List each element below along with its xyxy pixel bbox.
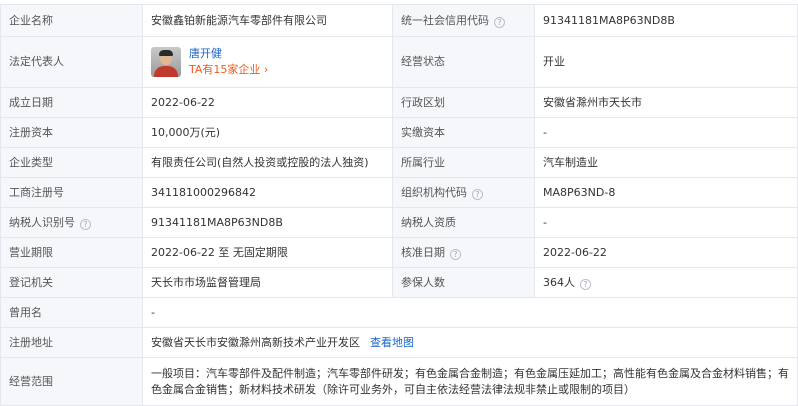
insured-value-cell: 364人?: [534, 267, 798, 298]
reg-authority-value: 天长市市场监督管理局: [142, 267, 393, 298]
region-label: 行政区划: [392, 87, 535, 118]
approval-date-value: 2022-06-22: [534, 237, 798, 268]
table-row: 成立日期 2022-06-22 行政区划 安徽省滁州市天长市: [0, 87, 798, 118]
org-code-label-cell: 组织机构代码?: [392, 177, 535, 208]
address-cell: 安徽省天长市安徽滁州高新技术产业开发区 查看地图: [142, 327, 798, 358]
legal-rep-companies-link[interactable]: TA有15家企业 ›: [189, 62, 268, 78]
table-row: 法定代表人 唐开健 TA有15家企业 › 经营状态 开业: [0, 36, 798, 88]
question-circle-icon[interactable]: ?: [80, 218, 91, 230]
status-value: 开业: [534, 36, 798, 88]
view-map-link[interactable]: 查看地图: [370, 336, 414, 349]
question-circle-icon[interactable]: ?: [472, 188, 483, 200]
table-row: 曾用名 -: [0, 297, 798, 328]
reg-authority-label: 登记机关: [0, 267, 143, 298]
table-row: 注册资本 10,000万(元) 实缴资本 -: [0, 117, 798, 148]
table-row: 经营范围 一般项目：汽车零部件及配件制造；汽车零部件研发；有色金属合金制造；有色…: [0, 357, 798, 406]
table-row: 登记机关 天长市市场监督管理局 参保人数 364人?: [0, 267, 798, 298]
reg-capital-label: 注册资本: [0, 117, 143, 148]
insured-label: 参保人数: [392, 267, 535, 298]
approval-date-label: 核准日期: [401, 245, 445, 259]
founded-label: 成立日期: [0, 87, 143, 118]
former-name-label: 曾用名: [0, 297, 143, 328]
paid-capital-value: -: [534, 117, 798, 148]
org-code-label: 组织机构代码: [401, 185, 467, 199]
taxpayer-id-label-cell: 纳税人识别号?: [0, 207, 143, 238]
former-name-value: -: [142, 297, 798, 328]
question-circle-icon[interactable]: ?: [450, 248, 461, 260]
address-value: 安徽省天长市安徽滁州高新技术产业开发区: [151, 335, 360, 349]
table-row: 企业名称 安徽鑫铂新能源汽车零部件有限公司 统一社会信用代码? 91341181…: [0, 4, 798, 37]
company-name-value: 安徽鑫铂新能源汽车零部件有限公司: [142, 4, 393, 37]
company-type-value: 有限责任公司(自然人投资或控股的法人独资): [142, 147, 393, 178]
table-row: 纳税人识别号? 91341181MA8P63ND8B 纳税人资质 -: [0, 207, 798, 238]
company-type-label: 企业类型: [0, 147, 143, 178]
approval-date-label-cell: 核准日期?: [392, 237, 535, 268]
industry-label: 所属行业: [392, 147, 535, 178]
legal-rep-name-link[interactable]: 唐开健: [189, 46, 268, 62]
taxpayer-qual-label: 纳税人资质: [392, 207, 535, 238]
credit-code-label: 统一社会信用代码: [401, 13, 489, 27]
reg-capital-value: 10,000万(元): [142, 117, 393, 148]
table-row: 工商注册号 341181000296842 组织机构代码? MA8P63ND-8: [0, 177, 798, 208]
credit-code-label-cell: 统一社会信用代码?: [392, 4, 535, 37]
scope-label: 经营范围: [0, 357, 143, 406]
business-term-label: 营业期限: [0, 237, 143, 268]
region-value: 安徽省滁州市天长市: [534, 87, 798, 118]
legal-rep-label: 法定代表人: [0, 36, 143, 88]
question-circle-icon[interactable]: ?: [494, 16, 505, 28]
taxpayer-qual-value: -: [534, 207, 798, 238]
question-circle-icon[interactable]: ?: [580, 278, 591, 290]
org-code-value: MA8P63ND-8: [534, 177, 798, 208]
taxpayer-id-label: 纳税人识别号: [9, 215, 75, 229]
insured-value: 364人: [543, 275, 575, 289]
reg-number-value: 341181000296842: [142, 177, 393, 208]
table-row: 企业类型 有限责任公司(自然人投资或控股的法人独资) 所属行业 汽车制造业: [0, 147, 798, 178]
business-term-value: 2022-06-22 至 无固定期限: [142, 237, 393, 268]
paid-capital-label: 实缴资本: [392, 117, 535, 148]
company-name-label: 企业名称: [0, 4, 143, 37]
table-row: 注册地址 安徽省天长市安徽滁州高新技术产业开发区 查看地图: [0, 327, 798, 358]
reg-number-label: 工商注册号: [0, 177, 143, 208]
scope-value: 一般项目：汽车零部件及配件制造；汽车零部件研发；有色金属合金制造；有色金属压延加…: [142, 357, 798, 406]
taxpayer-id-value: 91341181MA8P63ND8B: [142, 207, 393, 238]
table-row: 营业期限 2022-06-22 至 无固定期限 核准日期? 2022-06-22: [0, 237, 798, 268]
industry-value: 汽车制造业: [534, 147, 798, 178]
address-label: 注册地址: [0, 327, 143, 358]
credit-code-value: 91341181MA8P63ND8B: [534, 4, 798, 37]
avatar[interactable]: [151, 47, 181, 77]
founded-value: 2022-06-22: [142, 87, 393, 118]
legal-rep-cell: 唐开健 TA有15家企业 ›: [142, 36, 393, 88]
status-label: 经营状态: [392, 36, 535, 88]
company-info-table: 企业名称 安徽鑫铂新能源汽车零部件有限公司 统一社会信用代码? 91341181…: [0, 4, 798, 406]
